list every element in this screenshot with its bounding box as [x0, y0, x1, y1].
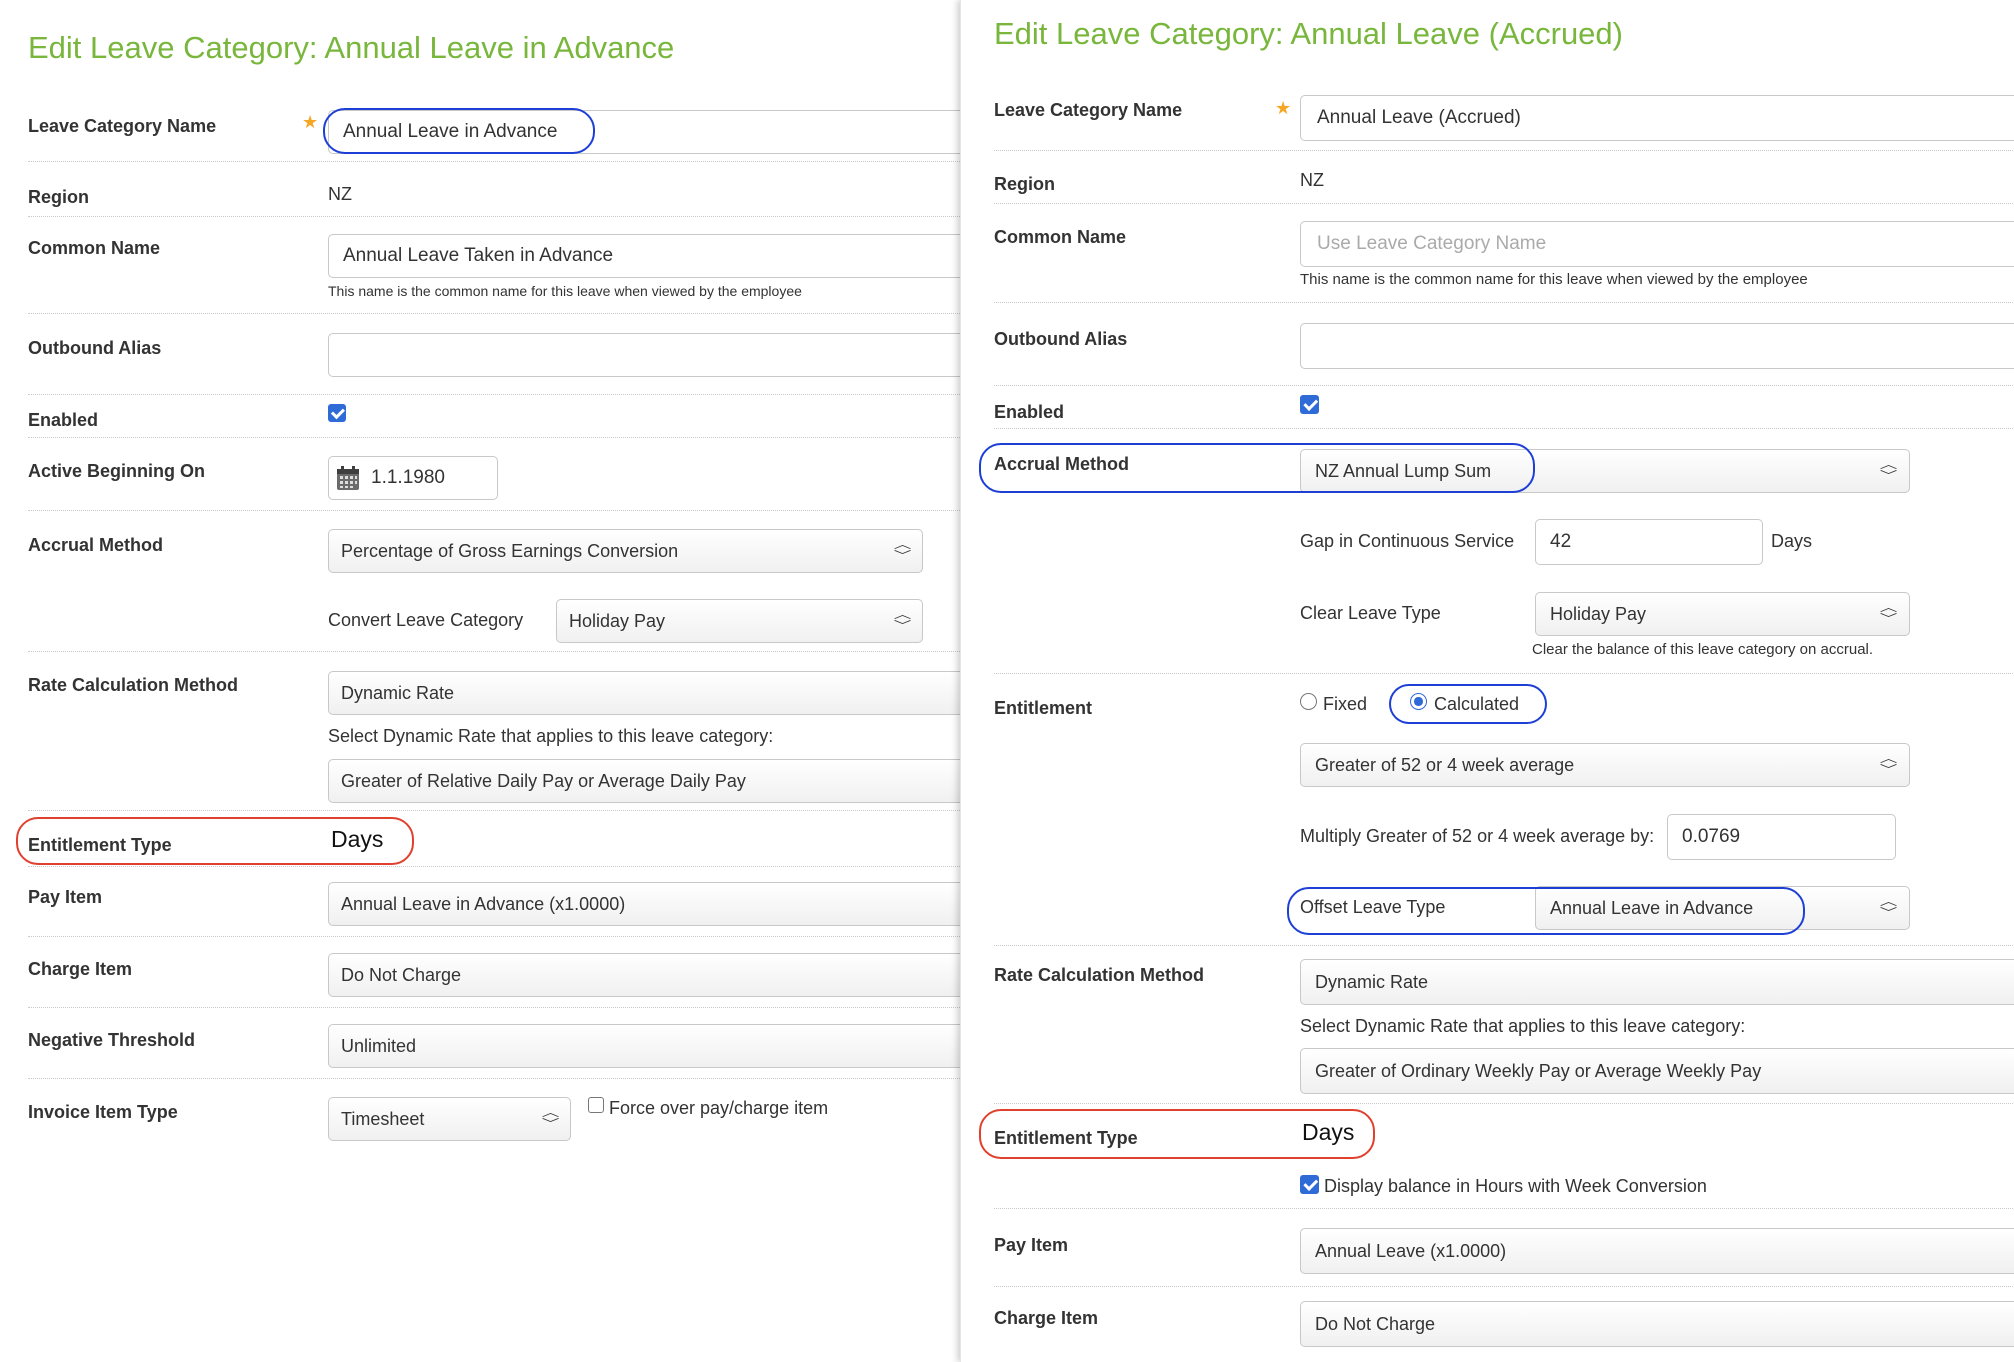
- pay-item-select[interactable]: Annual Leave (x1.0000): [1300, 1228, 2014, 1274]
- common-name-input[interactable]: Annual Leave Taken in Advance: [328, 234, 960, 278]
- pay-item-select[interactable]: Annual Leave in Advance (x1.0000): [328, 882, 960, 926]
- multiply-label: Multiply Greater of 52 or 4 week average…: [1300, 826, 1655, 846]
- leave-category-name-label: Leave Category Name: [994, 100, 1183, 120]
- clear-leave-type-hint: Clear the balance of this leave category…: [1532, 641, 1874, 658]
- negative-threshold-label: Negative Threshold: [28, 1030, 196, 1050]
- region-label: Region: [28, 187, 89, 207]
- entitlement-type-label: Entitlement Type: [28, 835, 172, 855]
- rate-calculation-method-select[interactable]: Dynamic Rate: [328, 671, 960, 715]
- outbound-alias-input[interactable]: [328, 333, 960, 377]
- select-arrows-icon: ︿ ﹀: [1879, 753, 1897, 776]
- select-arrows-icon: ︿ ﹀: [1879, 896, 1897, 919]
- invoice-item-type-label: Invoice Item Type: [28, 1102, 178, 1122]
- entitlement-fixed-radio[interactable]: [1300, 693, 1317, 710]
- page-title: Edit Leave Category: Annual Leave in Adv…: [28, 30, 675, 65]
- entitlement-calculated-label: Calculated: [1434, 694, 1520, 714]
- dynamic-rate-hint: Select Dynamic Rate that applies to this…: [1300, 1016, 1746, 1036]
- accrual-method-label: Accrual Method: [28, 535, 164, 555]
- common-name-hint: This name is the common name for this le…: [328, 283, 802, 299]
- display-balance-checkbox[interactable]: [1300, 1175, 1319, 1194]
- force-over-pay-label: Force over pay/charge item: [609, 1098, 829, 1118]
- convert-leave-category-label: Convert Leave Category: [328, 610, 524, 630]
- dynamic-rate-select[interactable]: Greater of Relative Daily Pay or Average…: [328, 759, 960, 803]
- pay-item-label: Pay Item: [28, 887, 103, 907]
- select-arrows-icon: ︿ ﹀: [893, 609, 911, 632]
- leave-category-name-input[interactable]: Annual Leave in Advance: [328, 110, 960, 154]
- required-star-icon: ★: [1275, 98, 1292, 118]
- gap-unit-label: Days: [1771, 531, 1813, 551]
- clear-leave-type-select[interactable]: Holiday Pay: [1535, 592, 1910, 636]
- convert-leave-category-select[interactable]: Holiday Pay: [556, 599, 923, 643]
- accrual-method-select[interactable]: Percentage of Gross Earnings Conversion: [328, 529, 923, 573]
- clear-leave-type-label: Clear Leave Type: [1300, 603, 1441, 623]
- entitlement-type-label: Entitlement Type: [994, 1128, 1138, 1148]
- rate-calculation-method-select[interactable]: Dynamic Rate: [1300, 959, 2014, 1005]
- page-title: Edit Leave Category: Annual Leave (Accru…: [994, 16, 1623, 51]
- dynamic-rate-select[interactable]: Greater of Ordinary Weekly Pay or Averag…: [1300, 1048, 2014, 1094]
- rate-calculation-method-label: Rate Calculation Method: [994, 965, 1205, 985]
- active-beginning-on-label: Active Beginning On: [28, 461, 206, 481]
- enabled-checkbox[interactable]: [1300, 395, 1319, 414]
- common-name-label: Common Name: [28, 238, 161, 258]
- entitlement-type-value: Days: [331, 826, 384, 852]
- enabled-label: Enabled: [994, 402, 1065, 422]
- leave-category-name-input[interactable]: Annual Leave (Accrued): [1300, 95, 2014, 141]
- accrual-method-label: Accrual Method: [994, 454, 1130, 474]
- charge-item-label: Charge Item: [994, 1308, 1099, 1328]
- enabled-checkbox[interactable]: [328, 404, 346, 422]
- right-edit-form: Edit Leave Category: Annual Leave (Accru…: [960, 0, 2014, 1362]
- display-balance-label: Display balance in Hours with Week Conve…: [1324, 1176, 1707, 1196]
- entitlement-fixed-label: Fixed: [1323, 694, 1368, 714]
- entitlement-label: Entitlement: [994, 698, 1093, 718]
- dynamic-rate-hint: Select Dynamic Rate that applies to this…: [328, 726, 774, 746]
- common-name-label: Common Name: [994, 227, 1127, 247]
- entitlement-method-select[interactable]: Greater of 52 or 4 week average: [1300, 743, 1910, 787]
- outbound-alias-input[interactable]: [1300, 323, 2014, 369]
- common-name-hint: This name is the common name for this le…: [1300, 271, 1808, 288]
- force-over-pay-checkbox[interactable]: [588, 1097, 604, 1113]
- leave-category-name-label: Leave Category Name: [28, 116, 217, 136]
- charge-item-select[interactable]: Do Not Charge: [1300, 1301, 2014, 1347]
- entitlement-type-value: Days: [1302, 1119, 1355, 1145]
- rate-calculation-method-label: Rate Calculation Method: [28, 675, 239, 695]
- invoice-item-type-select[interactable]: Timesheet: [328, 1097, 571, 1141]
- gap-in-continuous-service-label: Gap in Continuous Service: [1300, 531, 1515, 551]
- negative-threshold-select[interactable]: Unlimited: [328, 1024, 960, 1068]
- calendar-icon[interactable]: [336, 465, 360, 491]
- accrual-method-select[interactable]: NZ Annual Lump Sum: [1300, 449, 1910, 493]
- left-edit-form: Edit Leave Category: Annual Leave in Adv…: [0, 0, 960, 1362]
- select-arrows-icon: ︿ ﹀: [541, 1107, 559, 1130]
- pay-item-label: Pay Item: [994, 1235, 1069, 1255]
- select-arrows-icon: ︿ ﹀: [1879, 459, 1897, 482]
- multiply-input[interactable]: 0.0769: [1667, 814, 1896, 860]
- region-value: NZ: [1300, 170, 1324, 190]
- region-value: NZ: [328, 184, 352, 204]
- select-arrows-icon: ︿ ﹀: [1879, 602, 1897, 625]
- gap-in-continuous-service-input[interactable]: 42: [1535, 519, 1763, 565]
- required-star-icon: ★: [302, 112, 319, 132]
- region-label: Region: [994, 174, 1055, 194]
- outbound-alias-label: Outbound Alias: [28, 338, 162, 358]
- enabled-label: Enabled: [28, 410, 99, 430]
- charge-item-label: Charge Item: [28, 959, 133, 979]
- select-arrows-icon: ︿ ﹀: [893, 539, 911, 562]
- outbound-alias-label: Outbound Alias: [994, 329, 1128, 349]
- common-name-input[interactable]: Use Leave Category Name: [1300, 221, 2014, 267]
- entitlement-calculated-radio[interactable]: [1410, 693, 1427, 710]
- offset-leave-type-select[interactable]: Annual Leave in Advance: [1535, 886, 1910, 930]
- charge-item-select[interactable]: Do Not Charge: [328, 953, 960, 997]
- offset-leave-type-label: Offset Leave Type: [1300, 897, 1446, 917]
